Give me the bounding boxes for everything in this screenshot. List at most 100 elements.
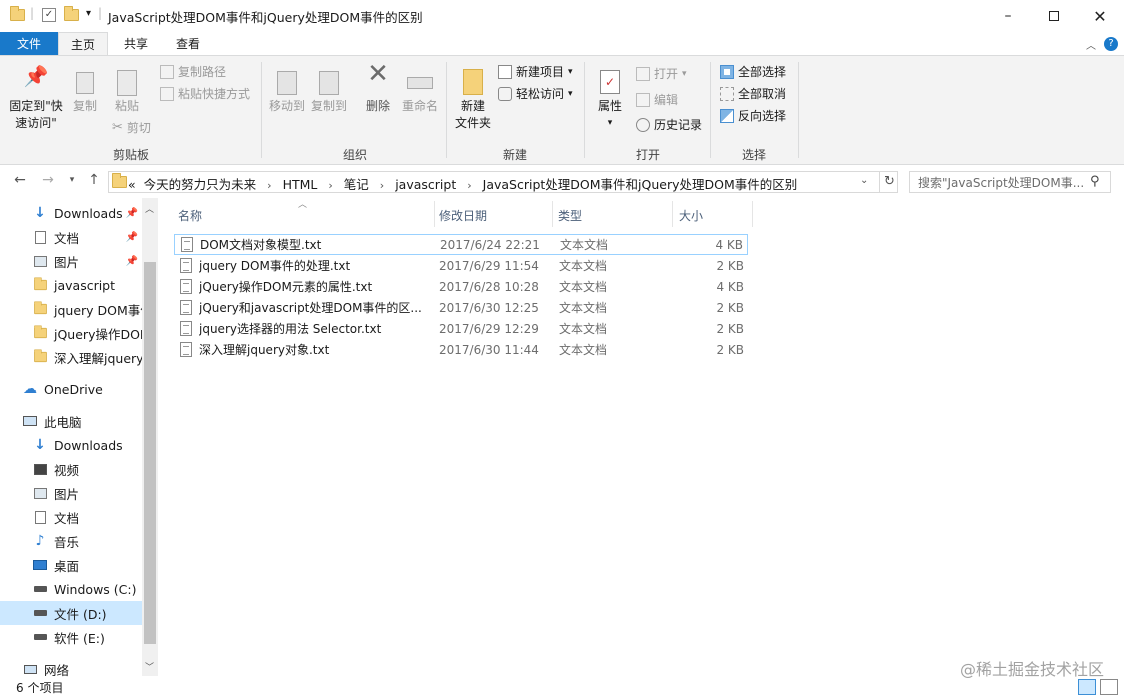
nav-item[interactable]: ↓ Downloads 📌 (0, 201, 142, 225)
address-folder-icon (112, 173, 127, 191)
copy-icon (68, 68, 102, 98)
select-all-button[interactable]: 全部选择 (720, 62, 786, 82)
tab-file[interactable]: 文件 (0, 32, 58, 56)
nav-item[interactable]: Windows (C:) (0, 577, 142, 601)
recent-locations-icon[interactable]: ▾ (62, 175, 82, 185)
chevron-right-icon[interactable]: › (380, 179, 384, 192)
nav-item-onedrive[interactable]: ☁ OneDrive (0, 377, 142, 401)
nav-item[interactable]: 桌面 (0, 553, 142, 577)
nav-item-this-pc[interactable]: 此电脑 (0, 409, 142, 433)
large-icons-view-icon[interactable] (1100, 679, 1118, 695)
file-row[interactable]: jquery DOM事件的处理.txt 2017/6/29 11:54 文本文档 2 … (174, 255, 748, 276)
nav-scrollbar-thumb[interactable] (144, 262, 156, 644)
nav-item[interactable]: 图片 📌 (0, 249, 142, 273)
nav-item[interactable]: ↓ Downloads (0, 433, 142, 457)
breadcrumb-overflow[interactable]: « (128, 177, 136, 192)
nav-item[interactable]: 视频 (0, 457, 142, 481)
tab-share[interactable]: 共享 (112, 32, 160, 56)
tab-view[interactable]: 查看 (164, 32, 212, 56)
help-icon[interactable]: ? (1104, 37, 1118, 51)
copy-to-button[interactable]: 复制到 (308, 68, 350, 115)
minimize-icon[interactable]: – (985, 0, 1031, 32)
pin-quick-access-button[interactable]: 📌 固定到"快 速访问" (6, 64, 66, 132)
copy-button[interactable]: 复制 (68, 68, 102, 115)
move-to-button[interactable]: 移动到 (266, 68, 308, 115)
tab-home[interactable]: 主页 (58, 32, 108, 56)
edit-button[interactable]: 编辑 (636, 90, 678, 110)
customize-qa-icon[interactable]: ▾ (86, 8, 91, 19)
copy-path-button[interactable]: 复制路径 (160, 62, 226, 82)
details-view-icon[interactable] (1078, 679, 1096, 695)
cut-button[interactable]: ✂ 剪切 (112, 118, 151, 138)
nav-item[interactable]: 文档 📌 (0, 225, 142, 249)
chevron-right-icon[interactable]: › (328, 179, 332, 192)
column-header-name[interactable]: 名称 (178, 207, 202, 224)
file-row[interactable]: DOM文档对象模型.txt 2017/6/24 22:21 文本文档 4 KB (174, 234, 748, 255)
file-row[interactable]: jQuery操作DOM元素的属性.txt 2017/6/28 10:28 文本文档 4… (174, 276, 748, 297)
nav-item[interactable]: 软件 (E:) (0, 625, 142, 649)
delete-button[interactable]: ✕ 删除 (360, 61, 396, 115)
folder-icon (32, 349, 48, 365)
scroll-up-icon[interactable]: ︿ (145, 202, 154, 215)
nav-item[interactable]: jquery DOM事件 (0, 297, 142, 321)
file-row[interactable]: 深入理解jquery对象.txt 2017/6/30 11:44 文本文档 2 KB (174, 339, 748, 360)
nav-item[interactable]: ♪ 音乐 (0, 529, 142, 553)
chevron-right-icon[interactable]: › (267, 179, 271, 192)
column-divider[interactable] (434, 201, 435, 227)
nav-item[interactable]: 文档 (0, 505, 142, 529)
nav-item-label: Windows (C:) (54, 581, 137, 597)
paste-button[interactable]: 粘贴 (108, 68, 146, 115)
back-arrow-icon[interactable]: ← (10, 172, 30, 188)
nav-item[interactable]: 图片 (0, 481, 142, 505)
group-separator (798, 62, 799, 158)
invert-selection-button[interactable]: 反向选择 (720, 106, 786, 126)
nav-item[interactable]: 深入理解jquery对 (0, 345, 142, 369)
breadcrumb-item[interactable]: HTML (283, 177, 318, 192)
column-header-size[interactable]: 大小 (679, 207, 703, 224)
column-header-date[interactable]: 修改日期 (439, 207, 487, 224)
folder-icon (32, 301, 48, 317)
nav-item[interactable]: javascript (0, 273, 142, 297)
edit-icon (636, 93, 650, 107)
file-row[interactable]: jquery选择器的用法 Selector.txt 2017/6/29 12:29… (174, 318, 748, 339)
nav-item[interactable]: jQuery操作DOM (0, 321, 142, 345)
up-arrow-icon[interactable]: ↑ (84, 172, 104, 188)
paste-shortcut-button[interactable]: 粘贴快捷方式 (160, 84, 250, 104)
column-header-type[interactable]: 类型 (558, 207, 582, 224)
column-divider[interactable] (552, 201, 553, 227)
history-button[interactable]: 历史记录 (636, 115, 702, 135)
breadcrumb-item[interactable]: 今天的努力只为未来 (144, 174, 257, 193)
file-name: jquery DOM事件的处理.txt (199, 259, 351, 273)
pinned-icon[interactable]: 📌 (126, 232, 138, 243)
nav-item[interactable]: 文件 (D:) (0, 601, 142, 625)
properties-check-icon[interactable]: ✓ (42, 8, 56, 22)
properties-button[interactable]: ✓ 属性 ▾ (592, 66, 628, 132)
close-icon[interactable]: ✕ (1077, 0, 1123, 32)
scroll-down-icon[interactable]: ﹀ (145, 660, 154, 673)
column-divider[interactable] (672, 201, 673, 227)
file-row[interactable]: jQuery和javascript处理DOM事件的区... 2017/6/30 1… (174, 297, 748, 318)
pinned-icon[interactable]: 📌 (126, 256, 138, 267)
pinned-icon[interactable]: 📌 (126, 208, 138, 219)
open-button[interactable]: 打开 ▾ (636, 64, 687, 84)
breadcrumb-item[interactable]: 笔记 (344, 174, 369, 193)
collapse-ribbon-icon[interactable]: ︿ (1086, 37, 1096, 52)
forward-arrow-icon[interactable]: → (38, 172, 58, 188)
pin-icon: 📌 (23, 64, 49, 88)
rename-button[interactable]: 重命名 (400, 68, 440, 115)
select-none-button[interactable]: 全部取消 (720, 84, 786, 104)
new-item-button[interactable]: 新建项目 ▾ (498, 62, 573, 82)
easy-access-button[interactable]: 轻松访问 ▾ (498, 84, 573, 104)
column-divider[interactable] (752, 201, 753, 227)
maximize-icon[interactable] (1031, 0, 1077, 32)
invert-selection-icon (720, 109, 734, 123)
chevron-right-icon[interactable]: › (467, 179, 471, 192)
new-folder-qa-icon[interactable] (64, 6, 80, 25)
search-icon[interactable]: ⚲ (1090, 174, 1100, 189)
refresh-icon[interactable]: ↻ (879, 171, 899, 193)
breadcrumb-item[interactable]: javascript (395, 177, 456, 192)
breadcrumb-item[interactable]: JavaScript处理DOM事件和jQuery处理DOM事件的区别 (483, 174, 798, 193)
text-file-icon (180, 321, 192, 336)
address-dropdown-icon[interactable]: ⌄ (860, 175, 868, 186)
new-folder-button[interactable]: 新建 文件夹 (452, 66, 494, 132)
